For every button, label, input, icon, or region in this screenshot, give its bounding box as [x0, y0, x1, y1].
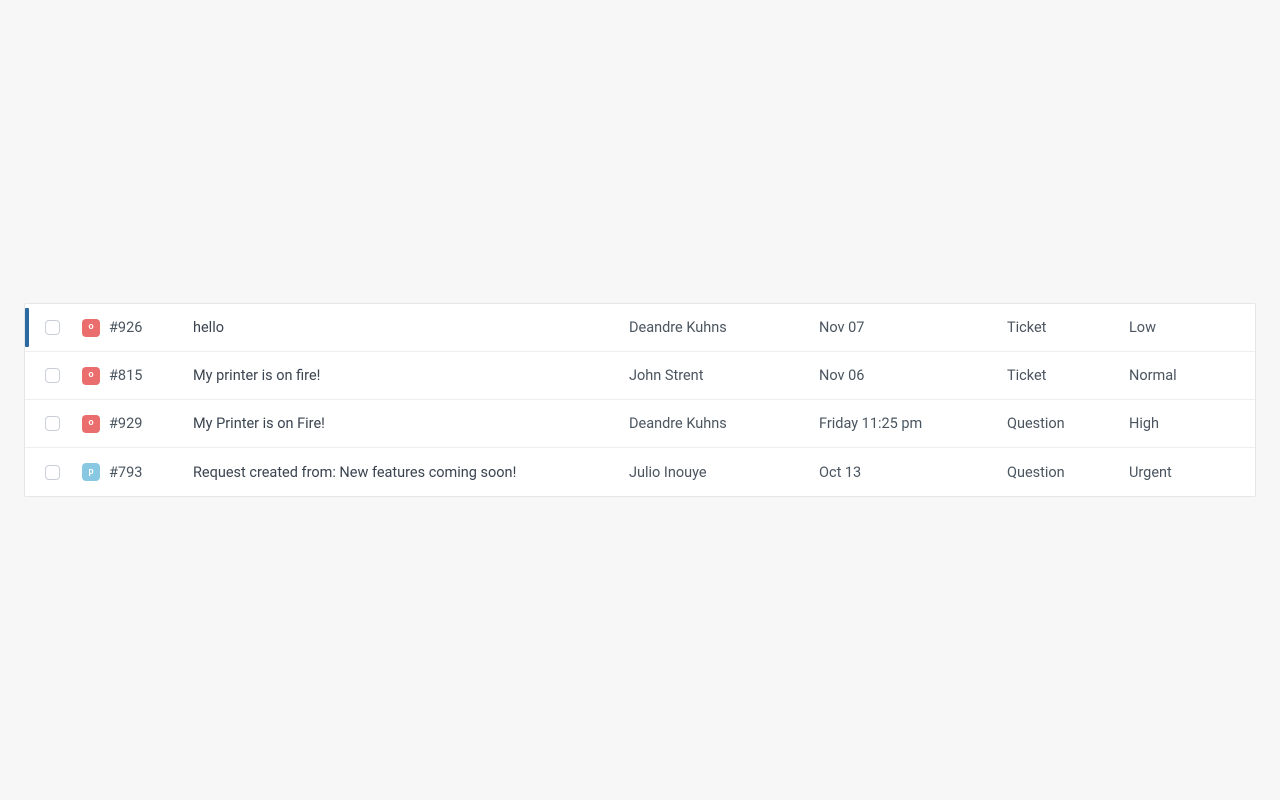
ticket-priority: Low: [1129, 319, 1239, 336]
ticket-type: Ticket: [1007, 367, 1129, 384]
ticket-priority: Urgent: [1129, 464, 1239, 481]
ticket-list-panel: o #926 hello Deandre Kuhns Nov 07 Ticket…: [24, 303, 1256, 497]
ticket-type: Question: [1007, 464, 1129, 481]
ticket-date: Nov 06: [819, 367, 1007, 384]
ticket-id: #815: [109, 367, 193, 384]
ticket-requester: Deandre Kuhns: [629, 319, 819, 336]
row-checkbox[interactable]: [45, 368, 60, 383]
ticket-priority: High: [1129, 415, 1239, 432]
ticket-row[interactable]: p #793 Request created from: New feature…: [25, 448, 1255, 496]
status-badge-icon: p: [82, 463, 100, 481]
status-cell: o: [73, 415, 109, 433]
checkbox-cell: [25, 465, 73, 480]
ticket-subject: Request created from: New features comin…: [193, 464, 629, 481]
ticket-subject: My Printer is on Fire!: [193, 415, 629, 432]
status-badge-icon: o: [82, 415, 100, 433]
row-checkbox[interactable]: [45, 465, 60, 480]
checkbox-cell: [25, 416, 73, 431]
ticket-id: #926: [109, 319, 193, 336]
status-cell: o: [73, 319, 109, 337]
status-cell: o: [73, 367, 109, 385]
status-badge-icon: o: [82, 319, 100, 337]
row-checkbox[interactable]: [45, 320, 60, 335]
ticket-date: Nov 07: [819, 319, 1007, 336]
ticket-subject: hello: [193, 319, 629, 336]
ticket-row[interactable]: o #929 My Printer is on Fire! Deandre Ku…: [25, 400, 1255, 448]
checkbox-cell: [25, 320, 73, 335]
ticket-id: #929: [109, 415, 193, 432]
status-badge-icon: o: [82, 367, 100, 385]
ticket-subject: My printer is on fire!: [193, 367, 629, 384]
ticket-date: Friday 11:25 pm: [819, 415, 1007, 432]
row-checkbox[interactable]: [45, 416, 60, 431]
ticket-row[interactable]: o #926 hello Deandre Kuhns Nov 07 Ticket…: [25, 304, 1255, 352]
ticket-row[interactable]: o #815 My printer is on fire! John Stren…: [25, 352, 1255, 400]
ticket-priority: Normal: [1129, 367, 1239, 384]
ticket-requester: Julio Inouye: [629, 464, 819, 481]
ticket-requester: Deandre Kuhns: [629, 415, 819, 432]
status-cell: p: [73, 463, 109, 481]
ticket-type: Ticket: [1007, 319, 1129, 336]
ticket-requester: John Strent: [629, 367, 819, 384]
ticket-type: Question: [1007, 415, 1129, 432]
checkbox-cell: [25, 368, 73, 383]
ticket-date: Oct 13: [819, 464, 1007, 481]
ticket-id: #793: [109, 464, 193, 481]
